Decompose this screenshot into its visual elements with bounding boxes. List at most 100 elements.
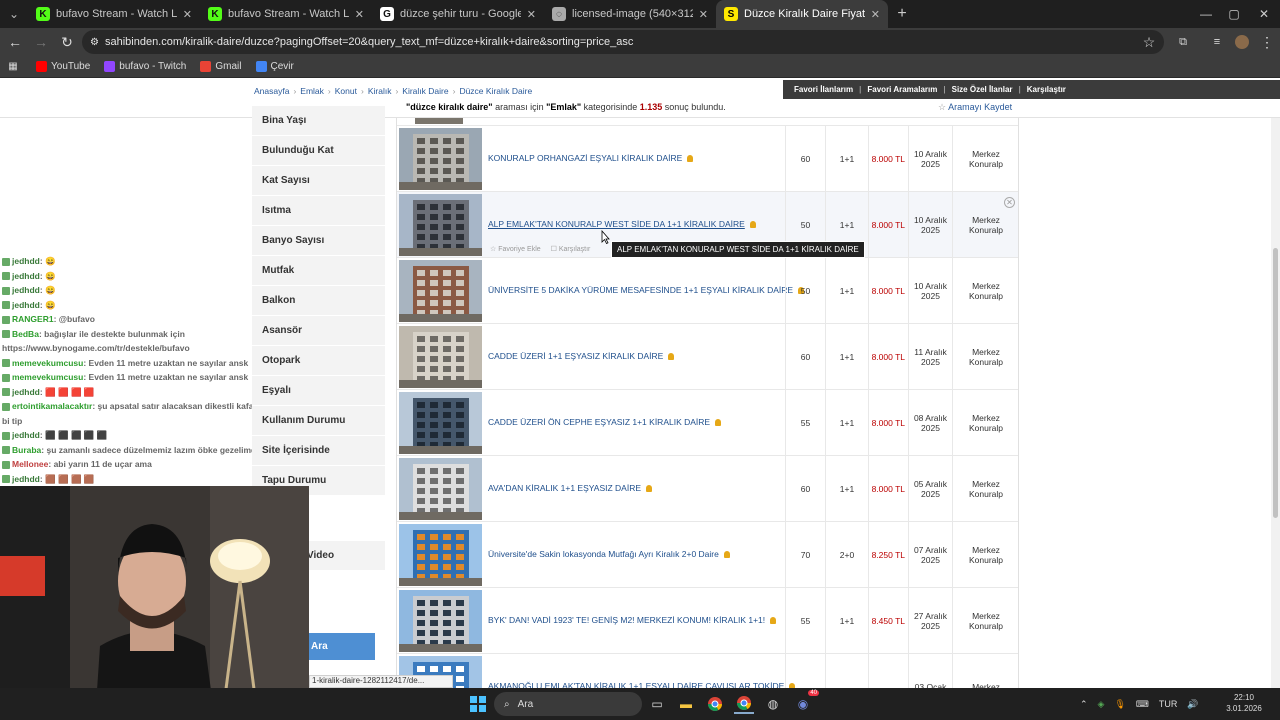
close-window-icon[interactable]: ✕: [1248, 0, 1280, 28]
filter-item[interactable]: Balkon: [252, 286, 385, 316]
breadcrumb-link[interactable]: Düzce Kiralık Daire: [459, 86, 532, 96]
maximize-icon[interactable]: ▢: [1218, 0, 1250, 28]
listing-title-link[interactable]: CADDE ÜZERİ 1+1 EŞYASIZ KİRALIK DAİRE: [488, 351, 675, 361]
scrollbar-thumb[interactable]: [1273, 248, 1278, 518]
reload-icon[interactable]: ↻: [54, 29, 80, 55]
breadcrumb-link[interactable]: Konut: [335, 86, 357, 96]
table-row[interactable]: AVA'DAN KİRALIK 1+1 EŞYASIZ DAİRE 60 1+1…: [397, 456, 1018, 522]
language-indicator[interactable]: TUR: [1159, 699, 1178, 709]
bookmark-item[interactable]: bufavo - Twitch: [104, 61, 186, 72]
file-explorer-icon[interactable]: ▬: [676, 694, 696, 714]
filter-item[interactable]: Mutfak: [252, 256, 385, 286]
bookmark-item[interactable]: Çevir: [255, 61, 294, 72]
listing-thumbnail[interactable]: [399, 524, 482, 586]
table-row[interactable]: Üniversite'de Sakin lokasyonda Mutfağı A…: [397, 522, 1018, 588]
filter-item[interactable]: Bulunduğu Kat: [252, 136, 385, 166]
listing-thumbnail[interactable]: [399, 194, 482, 256]
address-bar[interactable]: ⚙ sahibinden.com/kiralik-daire/duzce?pag…: [82, 30, 1164, 54]
site-info-icon[interactable]: ⚙: [90, 37, 99, 48]
table-row[interactable]: AKMANOĞLU EMLAK'TAN KİRALIK 1+1 EŞYALI D…: [397, 654, 1018, 688]
back-icon[interactable]: ←: [2, 29, 28, 55]
reading-list-icon[interactable]: ≡: [1204, 29, 1230, 55]
compare-checkbox[interactable]: ☐ Karşılaştır: [551, 245, 591, 253]
listing-thumbnail[interactable]: [399, 260, 482, 322]
tab-close-icon[interactable]: ✕: [355, 8, 364, 21]
page-scrollbar[interactable]: [1271, 118, 1280, 688]
bookmark-item[interactable]: YouTube: [36, 61, 90, 72]
browser-tab[interactable]: S Düzce Kiralık Daire Fiyatları ve ✕: [716, 0, 888, 28]
tab-close-icon[interactable]: ✕: [699, 8, 708, 21]
listing-thumbnail[interactable]: [415, 118, 463, 124]
browser-tab[interactable]: Gdüzce şehir turu - Google'da A ✕: [372, 0, 544, 28]
table-row[interactable]: CADDE ÜZERİ 1+1 EŞYASIZ KİRALIK DAİRE 60…: [397, 324, 1018, 390]
listing-thumbnail[interactable]: [399, 392, 482, 454]
table-row[interactable]: KONURALP ORHANGAZİ EŞYALI KİRALIK DAİRE …: [397, 126, 1018, 192]
listing-title-link[interactable]: AVA'DAN KİRALIK 1+1 EŞYASIZ DAİRE: [488, 483, 653, 493]
listing-title-link[interactable]: ALP EMLAK'TAN KONURALP WEST SİDE DA 1+1 …: [488, 219, 756, 229]
filter-item[interactable]: Isıtma: [252, 196, 385, 226]
volume-icon[interactable]: 🔊: [1187, 699, 1198, 710]
bookmark-item[interactable]: Gmail: [200, 61, 242, 72]
listing-thumbnail[interactable]: [399, 128, 482, 190]
discord-icon[interactable]: ◉ 40: [793, 690, 819, 714]
topnav-link[interactable]: Karşılaştır: [1027, 85, 1066, 94]
profile-avatar[interactable]: [1235, 35, 1249, 49]
breadcrumb-link[interactable]: Anasayfa: [254, 86, 289, 96]
browser-tab[interactable]: Kbufavo Stream - Watch Live on ✕: [200, 0, 372, 28]
obs-icon[interactable]: ◍: [763, 694, 783, 714]
tray-app-icon[interactable]: ◈: [1098, 699, 1105, 710]
hide-listing-icon[interactable]: ✕: [1004, 197, 1015, 208]
browser-tab[interactable]: ◌ licensed-image (540×312) ✕: [544, 0, 716, 28]
topnav-link[interactable]: Favori İlanlarım: [794, 85, 853, 94]
filter-item[interactable]: Otopark: [252, 346, 385, 376]
save-search-link[interactable]: ☆ Aramayı Kaydet: [938, 102, 1012, 113]
keyboard-icon[interactable]: ⌨: [1136, 699, 1149, 710]
taskbar-search[interactable]: ⌕ Ara: [494, 692, 642, 716]
apps-grid-icon[interactable]: ▦: [0, 54, 26, 80]
tray-chevron-icon[interactable]: ⌃: [1080, 699, 1088, 710]
filter-item[interactable]: Kat Sayısı: [252, 166, 385, 196]
tab-close-icon[interactable]: ✕: [871, 8, 880, 21]
listing-title-link[interactable]: BYK' DAN! VADİ 1923' TE! GENİŞ M2! MERKE…: [488, 615, 777, 625]
add-favorite-button[interactable]: ☆ Favoriye Ekle: [490, 245, 541, 253]
breadcrumb-link[interactable]: Emlak: [300, 86, 324, 96]
listing-title-link[interactable]: ÜNİVERSİTE 5 DAKİKA YÜRÜME MESAFESİNDE 1…: [488, 285, 805, 295]
table-row[interactable]: CADDE ÜZERİ ÖN CEPHE EŞYASIZ 1+1 KİRALIK…: [397, 390, 1018, 456]
filter-item[interactable]: Bina Yaşı: [252, 106, 385, 136]
tab-close-icon[interactable]: ✕: [527, 8, 536, 21]
new-tab-button[interactable]: +: [888, 0, 916, 28]
breadcrumb-link[interactable]: Kiralık: [368, 86, 392, 96]
filter-item[interactable]: Asansör: [252, 316, 385, 346]
filter-item[interactable]: Kullanım Durumu: [252, 406, 385, 436]
search-button[interactable]: Ara: [309, 633, 375, 660]
table-row[interactable]: BYK' DAN! VADİ 1923' TE! GENİŞ M2! MERKE…: [397, 588, 1018, 654]
table-row-partial[interactable]: [397, 118, 1018, 126]
listing-title-link[interactable]: KONURALP ORHANGAZİ EŞYALI KİRALIK DAİRE: [488, 153, 694, 163]
filter-item[interactable]: Banyo Sayısı: [252, 226, 385, 256]
tab-close-icon[interactable]: ✕: [183, 8, 192, 21]
listing-thumbnail[interactable]: [399, 458, 482, 520]
tab-search-icon[interactable]: ⌄: [0, 0, 28, 28]
task-view-icon[interactable]: ▭: [647, 694, 667, 714]
taskbar-clock[interactable]: 22:10 3.01.2026: [1216, 692, 1272, 714]
browser-tab[interactable]: Kbufavo Stream - Watch Live on ✕: [28, 0, 200, 28]
forward-icon[interactable]: →: [28, 29, 54, 55]
listing-thumbnail[interactable]: [399, 590, 482, 652]
listing-title-link[interactable]: Üniversite'de Sakin lokasyonda Mutfağı A…: [488, 549, 730, 559]
bookmark-star-icon[interactable]: ☆: [1136, 29, 1162, 55]
topnav-link[interactable]: Favori Aramalarım: [867, 85, 937, 94]
table-row[interactable]: ÜNİVERSİTE 5 DAKİKA YÜRÜME MESAFESİNDE 1…: [397, 258, 1018, 324]
extensions-icon[interactable]: ⧉: [1170, 29, 1196, 55]
filter-item[interactable]: Site İçerisinde: [252, 436, 385, 466]
topnav-link[interactable]: Size Özel İlanlar: [952, 85, 1013, 94]
chrome-active-icon[interactable]: [734, 694, 754, 714]
filter-item[interactable]: Eşyalı: [252, 376, 385, 406]
breadcrumb-link[interactable]: Kiralık Daire: [402, 86, 448, 96]
listing-title-link[interactable]: CADDE ÜZERİ ÖN CEPHE EŞYASIZ 1+1 KİRALIK…: [488, 417, 722, 427]
tray-mic-icon[interactable]: 🎙: [1114, 699, 1125, 710]
chrome-icon[interactable]: [705, 694, 725, 714]
browser-menu-icon[interactable]: ⋮: [1254, 29, 1280, 55]
windows-start-icon[interactable]: [468, 694, 488, 714]
listing-title-link[interactable]: AKMANOĞLU EMLAK'TAN KİRALIK 1+1 EŞYALI D…: [488, 681, 796, 688]
listing-thumbnail[interactable]: [399, 326, 482, 388]
